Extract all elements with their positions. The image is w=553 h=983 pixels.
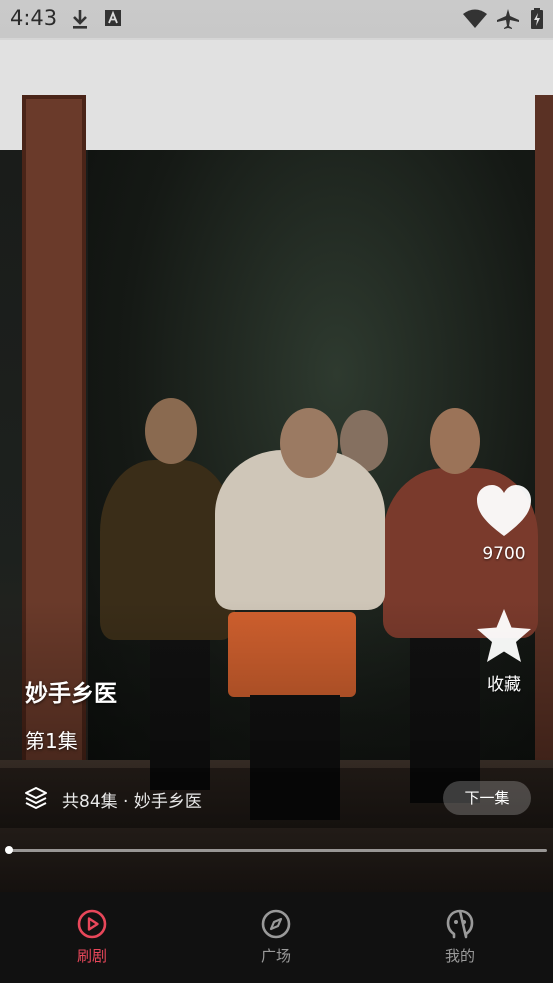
tab-label: 我的 [444, 947, 475, 965]
video-player[interactable] [0, 0, 553, 892]
video-figure [145, 398, 197, 464]
status-bar: 4:43 [0, 0, 553, 38]
playback-progress-bar[interactable] [5, 846, 547, 854]
progress-handle[interactable] [5, 846, 13, 854]
download-icon [73, 10, 87, 29]
favorite-button[interactable]: 收藏 [470, 608, 538, 695]
compass-icon [261, 909, 291, 939]
video-figure [280, 408, 338, 478]
bottom-tab-bar: 刷剧 广场 我的 [0, 892, 553, 983]
video-figure [430, 408, 480, 474]
series-bar[interactable]: 共84集 · 妙手乡医 下一集 [0, 768, 553, 828]
tab-guangchang[interactable]: 广场 [184, 892, 368, 983]
like-button[interactable]: 9700 [470, 484, 538, 564]
app-notification-icon [105, 10, 121, 26]
drama-title: 妙手乡医 [25, 681, 117, 707]
airplane-mode-icon [497, 9, 519, 29]
play-circle-icon [77, 909, 107, 939]
next-episode-button[interactable]: 下一集 [443, 781, 531, 815]
status-time: 4:43 [10, 6, 58, 30]
favorite-label: 收藏 [487, 675, 521, 695]
episode-label: 第1集 [25, 729, 78, 753]
profile-icon [446, 909, 474, 939]
tab-wode[interactable]: 我的 [368, 892, 552, 983]
series-info: 共84集 · 妙手乡医 [62, 792, 202, 812]
wifi-icon [463, 9, 487, 28]
layers-icon [25, 787, 47, 809]
tab-label: 广场 [260, 947, 291, 965]
like-count: 9700 [482, 544, 526, 564]
tab-label: 刷剧 [76, 947, 107, 965]
heart-icon [477, 485, 531, 536]
battery-icon [531, 8, 543, 29]
tab-shuaju[interactable]: 刷剧 [0, 892, 184, 983]
star-icon [477, 609, 531, 662]
